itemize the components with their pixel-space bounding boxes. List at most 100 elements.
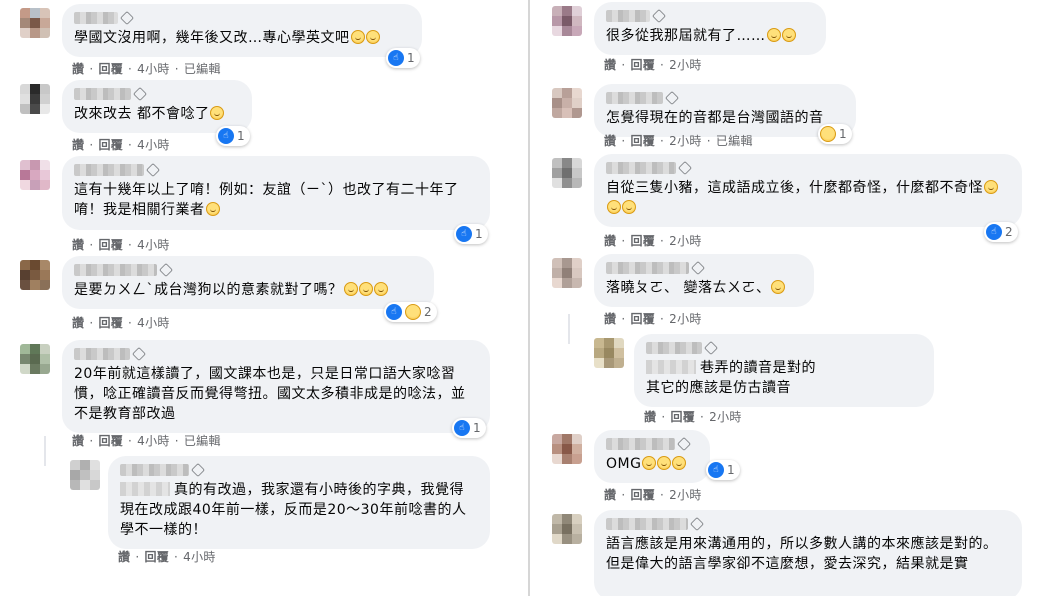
timestamp[interactable]: 2小時: [669, 486, 702, 503]
reply-button[interactable]: 回覆: [630, 132, 655, 149]
comment-bubble: OMG: [594, 430, 710, 483]
comment-author[interactable]: [606, 90, 844, 106]
comment-author[interactable]: [606, 8, 814, 24]
comment-author[interactable]: [74, 10, 410, 26]
like-button[interactable]: 讚: [72, 314, 84, 331]
timestamp[interactable]: 4小時: [183, 548, 216, 565]
author-name-blurred[interactable]: [606, 438, 675, 450]
avatar[interactable]: [594, 338, 624, 368]
like-button[interactable]: 讚: [72, 60, 84, 77]
reply-button[interactable]: 回覆: [98, 136, 123, 153]
timestamp[interactable]: 4小時: [137, 236, 170, 253]
mentioned-name-blurred[interactable]: [120, 482, 170, 496]
timestamp[interactable]: 2小時: [709, 408, 742, 425]
timestamp[interactable]: 4小時: [137, 314, 170, 331]
avatar[interactable]: [70, 460, 100, 490]
reply-button[interactable]: 回覆: [98, 60, 123, 77]
avatar[interactable]: [20, 8, 50, 38]
reaction-summary[interactable]: ☝ 1: [452, 418, 486, 438]
reply-button[interactable]: 回覆: [670, 408, 695, 425]
reaction-count: 2: [1005, 225, 1013, 239]
reaction-summary[interactable]: ☝ 1: [454, 224, 488, 244]
reply-button[interactable]: 回覆: [630, 486, 655, 503]
reaction-summary[interactable]: 1: [818, 124, 852, 144]
timestamp[interactable]: 2小時: [669, 56, 702, 73]
reaction-summary[interactable]: ☝ 2: [384, 302, 437, 322]
avatar[interactable]: [552, 434, 582, 464]
avatar[interactable]: [552, 258, 582, 288]
avatar[interactable]: [20, 160, 50, 190]
reaction-summary[interactable]: ☝ 1: [706, 460, 740, 480]
author-name-blurred[interactable]: [606, 92, 663, 104]
comment-author[interactable]: [606, 160, 1010, 176]
author-name-blurred[interactable]: [606, 162, 676, 174]
comment-author[interactable]: [120, 462, 478, 478]
author-name-blurred[interactable]: [74, 12, 118, 24]
avatar[interactable]: [20, 84, 50, 114]
avatar[interactable]: [20, 344, 50, 374]
avatar[interactable]: [552, 158, 582, 188]
comment-author[interactable]: [74, 262, 422, 278]
like-button[interactable]: 讚: [604, 486, 616, 503]
like-button[interactable]: 讚: [72, 432, 84, 449]
comment-author[interactable]: [606, 436, 698, 452]
author-name-blurred[interactable]: [120, 464, 189, 476]
timestamp[interactable]: 2小時: [669, 310, 702, 327]
author-name-blurred[interactable]: [74, 164, 144, 176]
comment-author[interactable]: [646, 340, 922, 356]
reply-button[interactable]: 回覆: [630, 232, 655, 249]
like-button[interactable]: 讚: [604, 132, 616, 149]
avatar[interactable]: [552, 88, 582, 118]
separator: ·: [89, 237, 94, 252]
comment-author[interactable]: [606, 260, 802, 276]
author-name-blurred[interactable]: [74, 88, 131, 100]
timestamp[interactable]: 2小時: [669, 132, 702, 149]
avatar[interactable]: [20, 260, 50, 290]
reply-button[interactable]: 回覆: [144, 548, 169, 565]
like-button[interactable]: 讚: [604, 310, 616, 327]
like-button[interactable]: 讚: [72, 136, 84, 153]
edited-label[interactable]: 已編輯: [184, 60, 221, 77]
author-name-blurred[interactable]: [606, 10, 650, 22]
author-name-blurred[interactable]: [606, 518, 688, 530]
author-name-blurred[interactable]: [74, 264, 157, 276]
reaction-summary[interactable]: ☝ 1: [386, 48, 420, 68]
comment-actions: 讚 · 回覆 · 4小時 · 已編輯: [72, 432, 221, 449]
like-button[interactable]: 讚: [604, 56, 616, 73]
edited-label[interactable]: 已編輯: [716, 132, 753, 149]
reaction-summary[interactable]: ☝ 2: [984, 222, 1018, 242]
comment-author[interactable]: [74, 86, 240, 102]
mentioned-name-blurred[interactable]: [646, 360, 696, 374]
reaction-summary[interactable]: ☝ 1: [216, 126, 250, 146]
emoji-icon: [350, 30, 365, 44]
separator: ·: [661, 409, 666, 424]
reply-button[interactable]: 回覆: [630, 56, 655, 73]
comment-author[interactable]: [74, 346, 478, 362]
emoji-icon: [657, 456, 672, 470]
like-button[interactable]: 讚: [644, 408, 656, 425]
reply-button[interactable]: 回覆: [98, 314, 123, 331]
reply-button[interactable]: 回覆: [98, 432, 123, 449]
avatar[interactable]: [552, 6, 582, 36]
comment-text-content: 自從三隻小豬，這成語成立後，什麼都奇怪，什麼都不奇怪: [606, 180, 983, 196]
timestamp[interactable]: 4小時: [137, 136, 170, 153]
author-name-blurred[interactable]: [606, 262, 689, 274]
timestamp[interactable]: 4小時: [137, 432, 170, 449]
reply-button[interactable]: 回覆: [98, 236, 123, 253]
comments-column-right: 很多從我那屆就有了…… 讚 · 回覆 · 2小時 怎覺得現在的音都是台灣國語的音 1 讚 · 回覆 ·…: [530, 0, 1060, 596]
author-badge-icon: [145, 162, 161, 178]
reply-button[interactable]: 回覆: [630, 310, 655, 327]
timestamp[interactable]: 4小時: [137, 60, 170, 77]
like-button[interactable]: 讚: [604, 232, 616, 249]
like-button[interactable]: 讚: [72, 236, 84, 253]
author-name-blurred[interactable]: [74, 348, 130, 360]
comment-author[interactable]: [74, 162, 478, 178]
like-button[interactable]: 讚: [118, 548, 130, 565]
avatar[interactable]: [552, 514, 582, 544]
timestamp[interactable]: 2小時: [669, 232, 702, 249]
edited-label[interactable]: 已編輯: [184, 432, 221, 449]
haha-reaction-icon: [820, 126, 836, 142]
comment-bubble: 巷弄的讀音是對的 其它的應該是仿古讀音: [634, 334, 934, 407]
author-name-blurred[interactable]: [646, 342, 702, 354]
comment-author[interactable]: [606, 516, 1010, 532]
